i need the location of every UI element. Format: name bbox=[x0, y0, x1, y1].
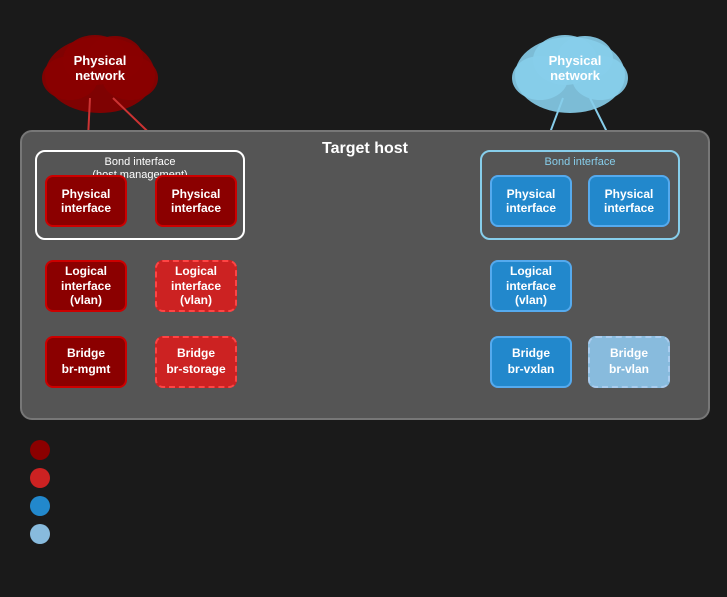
svg-text:network: network bbox=[550, 68, 601, 83]
target-host-label: Target host bbox=[322, 140, 408, 158]
physical-interface-left-1: Physicalinterface bbox=[45, 175, 127, 227]
svg-text:Physical: Physical bbox=[549, 53, 602, 68]
legend-item-4 bbox=[30, 524, 62, 544]
svg-text:network: network bbox=[75, 68, 126, 83]
bridge-right-2: Bridge br-vlan bbox=[588, 336, 670, 388]
bond-right-label: Bond interface bbox=[537, 152, 624, 171]
legend-item-1 bbox=[30, 440, 62, 460]
logical-interface-left-1: Logicalinterface(vlan) bbox=[45, 260, 127, 312]
diagram-area: Physical network Physical network bbox=[10, 10, 717, 430]
legend-dot-dark-red bbox=[30, 440, 50, 460]
legend-dot-blue bbox=[30, 496, 50, 516]
legend-dot-light-blue bbox=[30, 524, 50, 544]
legend-item-2 bbox=[30, 468, 62, 488]
svg-text:Physical: Physical bbox=[74, 53, 127, 68]
legend-dot-medium-red bbox=[30, 468, 50, 488]
physical-interface-left-2: Physicalinterface bbox=[155, 175, 237, 227]
physical-interface-right-2: Physicalinterface bbox=[588, 175, 670, 227]
logical-interface-right-1: Logicalinterface(vlan) bbox=[490, 260, 572, 312]
physical-interface-right-1: Physicalinterface bbox=[490, 175, 572, 227]
logical-interface-left-2: Logicalinterface(vlan) bbox=[155, 260, 237, 312]
legend bbox=[30, 440, 62, 552]
legend-item-3 bbox=[30, 496, 62, 516]
bridge-right-1: Bridge br-vxlan bbox=[490, 336, 572, 388]
bridge-left-1: Bridge br-mgmt bbox=[45, 336, 127, 388]
bridge-left-2: Bridge br-storage bbox=[155, 336, 237, 388]
